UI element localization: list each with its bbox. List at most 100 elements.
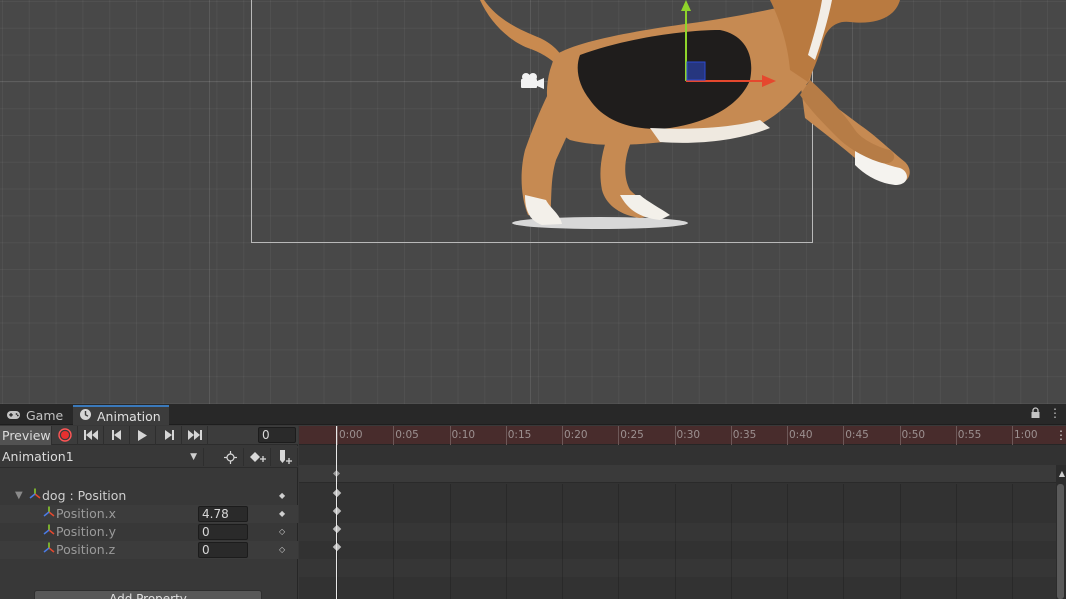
ruler-tick-label: 0:30	[676, 429, 701, 441]
value-input[interactable]: 0	[198, 524, 248, 540]
chevron-down-icon[interactable]: ▼	[15, 490, 23, 501]
add-event-icon	[279, 450, 292, 464]
summary-keyframe-row	[299, 465, 1066, 483]
add-keyframe-button[interactable]	[245, 448, 271, 466]
ruler-tick-label: 0:25	[620, 429, 644, 441]
timeline-row	[299, 541, 1066, 559]
ruler-tick	[337, 426, 338, 445]
chevron-down-icon: ▼	[190, 452, 197, 462]
ruler-tick-label: 1:00	[1014, 429, 1038, 441]
clip-dropdown[interactable]: Animation1 ▼	[0, 448, 204, 466]
ruler-tick	[449, 426, 451, 445]
ruler-tick-label: 0:15	[507, 429, 532, 441]
timeline-gridline	[449, 484, 451, 599]
ruler-tick-label: 0:55	[957, 429, 982, 441]
keyframe-toggle-icon[interactable]: ◆	[279, 509, 285, 518]
ruler-tick-label: 0:05	[395, 429, 419, 441]
ruler-tick	[505, 426, 507, 445]
ruler-tick	[955, 426, 957, 445]
filter-icon	[224, 450, 237, 464]
timeline-row	[299, 505, 1066, 523]
keyframe-toggle-icon[interactable]: ◇	[279, 545, 285, 554]
play-button[interactable]	[130, 425, 156, 445]
timeline-gridline	[899, 484, 901, 599]
animation-window: Game Animation ⋮ Preview 0 Animation1 ▼ …	[0, 404, 1066, 599]
clip-toolbar: Animation1 ▼	[0, 446, 298, 468]
property-label: Position.y	[56, 524, 117, 539]
playhead[interactable]	[336, 426, 337, 599]
add-property-button[interactable]: Add Property	[34, 590, 262, 599]
tab-bar: Game Animation ⋮	[0, 404, 1066, 425]
timeline-gridline	[955, 484, 957, 599]
keyframe-toggle-icon[interactable]: ◇	[279, 527, 285, 536]
transform-icon	[29, 488, 41, 503]
timeline-gridline	[505, 484, 507, 599]
filter-button[interactable]	[218, 448, 244, 466]
next-keyframe-button[interactable]	[156, 425, 182, 445]
last-keyframe-button[interactable]	[182, 425, 208, 445]
ruler-tick-label: 0:20	[564, 429, 588, 441]
scroll-up-icon[interactable]: ▲	[1059, 469, 1065, 478]
ruler-tick	[899, 426, 901, 445]
prev-keyframe-button[interactable]	[104, 425, 130, 445]
add-event-button[interactable]	[272, 448, 298, 466]
keyframe-dog-position[interactable]	[332, 488, 342, 498]
timeline-gridline	[730, 484, 732, 599]
ruler-tick	[393, 426, 395, 445]
move-gizmo[interactable]	[670, 0, 780, 95]
record-icon	[57, 428, 72, 442]
property-row-position-x[interactable]: Position.x 4.78 ◆	[0, 505, 298, 523]
gamepad-icon	[6, 408, 21, 423]
lock-icon[interactable]	[1030, 407, 1041, 422]
prev-keyframe-icon	[111, 430, 121, 440]
ruler-tick-label: 0:00	[339, 429, 363, 441]
scene-grid-major-line	[209, 0, 210, 404]
tab-animation[interactable]: Animation	[73, 405, 169, 425]
value-input[interactable]: 4.78	[198, 506, 248, 522]
transform-icon	[43, 542, 55, 557]
property-label: Position.x	[56, 506, 117, 521]
first-keyframe-button[interactable]	[78, 425, 104, 445]
frame-input[interactable]: 0	[258, 427, 296, 443]
ruler-tick-label: 0:10	[451, 429, 476, 441]
timeline-gridline	[393, 484, 395, 599]
more-options-icon[interactable]: ⋮	[1049, 406, 1061, 420]
property-row-position-y[interactable]: Position.y 0 ◇	[0, 523, 298, 541]
ruler-tick-label: 0:45	[845, 429, 869, 441]
preview-button[interactable]: Preview	[0, 425, 52, 445]
property-label: Position.z	[56, 542, 116, 557]
keyframe-toggle-icon[interactable]: ◆	[279, 491, 285, 500]
time-ruler[interactable]: 0:00 0:05 0:10 0:15 0:20 0:25 0:30 0:35 0:40 0:45…	[299, 426, 1066, 445]
timeline-gridline	[787, 484, 788, 599]
ruler-tick	[1012, 426, 1013, 445]
timeline-gridline	[674, 484, 676, 599]
record-button[interactable]	[52, 425, 78, 445]
property-panel: Preview 0 Animation1 ▼ ▼ dog: Position …	[0, 425, 298, 599]
first-keyframe-icon	[83, 430, 98, 440]
timeline-gridline	[1012, 484, 1013, 599]
timeline-gridline	[618, 484, 620, 599]
tab-game[interactable]: Game	[0, 405, 69, 425]
play-icon	[138, 429, 147, 441]
value-input[interactable]: 0	[198, 542, 248, 558]
transform-icon	[43, 506, 55, 521]
property-label: dog : Position	[42, 488, 127, 503]
dopesheet-timeline[interactable]: 0:00 0:05 0:10 0:15 0:20 0:25 0:30 0:35 0:40 0:45…	[299, 426, 1066, 599]
ruler-tick	[562, 426, 563, 445]
ruler-tick-label: 0:50	[901, 429, 926, 441]
transform-icon	[43, 524, 55, 539]
scrollbar-thumb[interactable]	[1057, 484, 1064, 599]
last-keyframe-icon	[187, 430, 202, 440]
timeline-row	[299, 523, 1066, 541]
tab-label: Game	[26, 407, 64, 423]
property-row-position-z[interactable]: Position.z 0 ◇	[0, 541, 298, 559]
ruler-tick	[787, 426, 788, 445]
timeline-gridline	[337, 484, 338, 599]
camera-icon[interactable]	[518, 71, 546, 91]
ruler-tick	[730, 426, 732, 445]
property-group-dog-position[interactable]: ▼ dog : Position ◆	[0, 487, 298, 505]
timeline-gridline	[843, 484, 845, 599]
timeline-options-icon[interactable]: ⋮	[1055, 428, 1066, 442]
scene-view[interactable]	[0, 0, 1066, 404]
ruler-tick-label: 0:40	[789, 429, 813, 441]
